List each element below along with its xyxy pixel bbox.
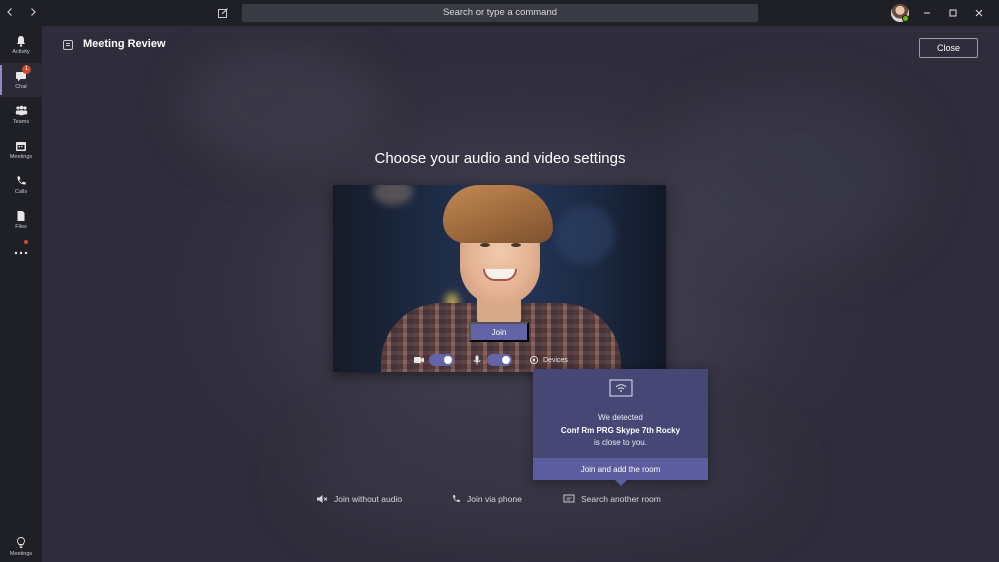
title-bar: Search or type a command — [0, 0, 999, 26]
rail-item-teams[interactable]: Teams — [0, 98, 42, 132]
meeting-icon — [63, 40, 73, 50]
teams-icon — [15, 105, 27, 116]
room-search-icon — [563, 494, 575, 503]
prejoin-heading: Choose your audio and video settings — [374, 150, 626, 167]
devices-button[interactable]: Devices — [529, 353, 568, 367]
chat-badge: 1 — [22, 65, 31, 74]
rail-label: Calls — [14, 189, 28, 195]
close-icon[interactable] — [970, 4, 988, 22]
camera-icon — [414, 357, 424, 363]
search-another-room-label: Search another room — [581, 494, 661, 504]
room-line-1: We detected — [598, 413, 643, 422]
rail-item-activity[interactable]: Activity — [0, 28, 42, 62]
join-without-audio-label: Join without audio — [334, 494, 403, 504]
phone-icon — [453, 495, 460, 502]
search-another-room-option[interactable]: Search another room — [563, 492, 661, 506]
rail-item-chat[interactable]: 1 Chat — [0, 63, 42, 97]
rail-item-more[interactable] — [0, 236, 42, 270]
rail-item-files[interactable]: Files — [0, 203, 42, 237]
join-via-phone-option[interactable]: Join via phone — [451, 492, 522, 506]
microphone-toggle[interactable] — [487, 354, 512, 366]
minimize-icon[interactable] — [918, 4, 936, 22]
meeting-prejoin-screen: Meeting Review Close Choose your audio a… — [42, 26, 999, 562]
rail-label: Chat — [15, 84, 27, 90]
search-input[interactable]: Search or type a command — [242, 4, 758, 22]
rail-item-meetings-bottom[interactable]: Meetings — [0, 531, 42, 561]
presence-status-icon — [902, 15, 909, 22]
join-button[interactable]: Join — [469, 322, 529, 342]
calendar-icon — [16, 142, 26, 151]
more-icon — [14, 251, 28, 255]
rail-label: Meetings — [9, 154, 33, 160]
maximize-icon[interactable] — [944, 4, 962, 22]
close-button[interactable]: Close — [919, 38, 978, 58]
app-rail: Activity 1 Chat Teams Meetings Calls Fil… — [0, 26, 42, 562]
microphone-icon — [473, 355, 481, 365]
gear-icon — [529, 355, 539, 365]
room-display-icon — [609, 379, 633, 397]
join-without-audio-option[interactable]: Join without audio — [316, 492, 402, 506]
forward-arrow-icon[interactable] — [26, 5, 40, 19]
room-detected-message: We detected Conf Rm PRG Skype 7th Rocky … — [533, 412, 708, 450]
room-name: Conf Rm PRG Skype 7th Rocky — [560, 425, 681, 435]
rail-label: Teams — [12, 119, 30, 125]
bell-icon — [16, 36, 26, 47]
rail-label: Files — [15, 224, 27, 230]
back-arrow-icon[interactable] — [3, 5, 17, 19]
room-line-3: is close to you. — [594, 438, 647, 447]
speaker-mute-icon — [317, 495, 328, 503]
devices-label: Devices — [543, 356, 568, 364]
join-and-add-room-button[interactable]: Join and add the room — [533, 458, 708, 480]
page-title: Meeting Review — [83, 38, 166, 50]
rail-item-meetings[interactable]: Meetings — [0, 133, 42, 167]
file-icon — [17, 211, 25, 221]
camera-toggle[interactable] — [429, 354, 454, 366]
notification-dot — [24, 240, 28, 244]
lightbulb-icon — [17, 536, 25, 548]
room-detected-popup: We detected Conf Rm PRG Skype 7th Rocky … — [533, 369, 708, 486]
rail-label: Meetings — [9, 550, 33, 557]
video-preview: Join Devices — [333, 185, 666, 372]
rail-label: Activity — [12, 49, 30, 55]
join-via-phone-label: Join via phone — [467, 494, 522, 504]
compose-icon[interactable] — [217, 6, 231, 20]
phone-icon — [17, 176, 26, 185]
rail-item-calls[interactable]: Calls — [0, 168, 42, 202]
